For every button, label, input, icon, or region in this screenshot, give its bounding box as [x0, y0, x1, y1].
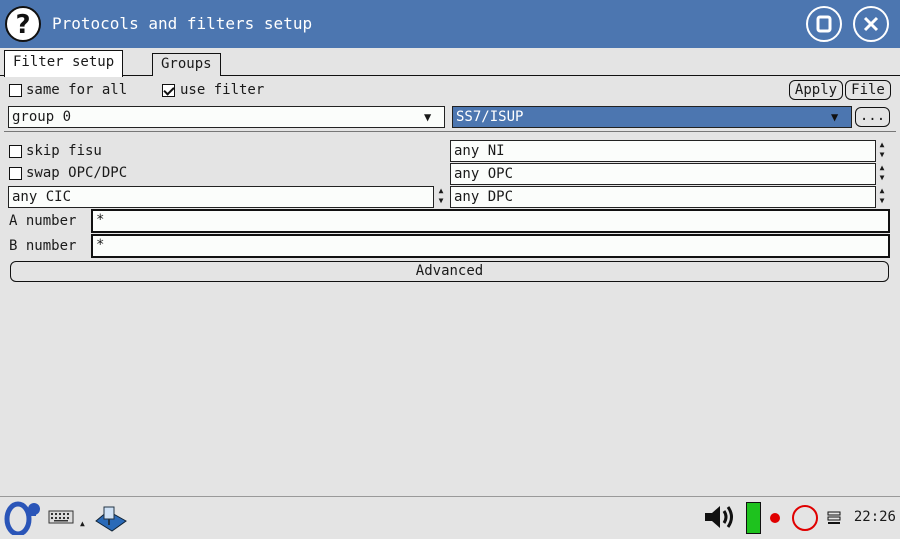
cic-select[interactable]: any CIC [8, 186, 434, 208]
close-icon[interactable] [853, 6, 889, 42]
dpc-select[interactable]: any DPC [450, 186, 876, 208]
opc-select[interactable]: any OPC [450, 163, 876, 185]
battery-icon[interactable] [746, 502, 761, 534]
taskbar: ▲ 22:26 [0, 496, 900, 537]
ni-value: any NI [454, 143, 505, 159]
protocol-select[interactable]: SS7/ISUP [452, 106, 852, 128]
chevron-down-icon[interactable]: ▼ [424, 107, 431, 127]
b-number-label: B number [9, 238, 77, 254]
swap-opc-dpc-label: swap OPC/DPC [26, 165, 128, 181]
arrow-up-icon: ▲ [80, 519, 85, 528]
same-for-all-label: same for all [26, 82, 128, 98]
tab-divider [0, 75, 900, 76]
b-number-input[interactable]: * [91, 234, 890, 258]
restore-icon[interactable] [806, 6, 842, 42]
b-number-value: * [96, 237, 105, 253]
tab-filter-setup[interactable]: Filter setup [4, 50, 124, 77]
group-select[interactable]: group 0 [8, 106, 445, 128]
use-filter-checkbox[interactable] [162, 84, 175, 97]
file-button[interactable]: File [845, 80, 891, 100]
tab-groups[interactable]: Groups [152, 53, 221, 76]
svg-text:?: ? [15, 10, 30, 38]
dpc-spinner[interactable]: ▲ ▼ [876, 186, 888, 208]
group-select-value: group 0 [12, 109, 72, 125]
help-icon[interactable]: ? [5, 6, 41, 42]
chevron-down-icon[interactable]: ▼ [831, 107, 838, 127]
divider [4, 131, 896, 132]
opc-spinner[interactable]: ▲ ▼ [876, 163, 888, 185]
more-button[interactable]: ... [855, 107, 890, 127]
swap-opc-dpc-checkbox[interactable] [9, 167, 22, 180]
ni-spinner[interactable]: ▲ ▼ [876, 140, 888, 162]
ni-select[interactable]: any NI [450, 140, 876, 162]
start-menu-icon[interactable] [4, 501, 44, 539]
a-number-label: A number [9, 213, 77, 229]
cic-spinner[interactable]: ▲ ▼ [435, 186, 447, 208]
same-for-all-checkbox[interactable] [9, 84, 22, 97]
clock: 22:26 [853, 509, 896, 525]
title-bar: ? Protocols and filters setup [0, 0, 900, 48]
network-icon[interactable] [94, 503, 130, 537]
record-icon[interactable] [770, 513, 780, 523]
menu-icon[interactable] [827, 511, 841, 529]
keyboard-icon[interactable] [48, 509, 74, 529]
a-number-value: * [96, 212, 105, 228]
speaker-icon[interactable] [703, 503, 737, 535]
window-title: Protocols and filters setup [52, 14, 313, 33]
protocol-select-value: SS7/ISUP [456, 109, 524, 125]
advanced-button[interactable]: Advanced [10, 261, 889, 282]
dpc-value: any DPC [454, 189, 514, 205]
skip-fisu-label: skip fisu [26, 143, 102, 159]
apply-button[interactable]: Apply [789, 80, 843, 100]
cic-value: any CIC [12, 189, 72, 205]
skip-fisu-checkbox[interactable] [9, 145, 22, 158]
power-icon[interactable] [792, 505, 818, 531]
a-number-input[interactable]: * [91, 209, 890, 233]
opc-value: any OPC [454, 166, 514, 182]
use-filter-label: use filter [180, 82, 265, 98]
